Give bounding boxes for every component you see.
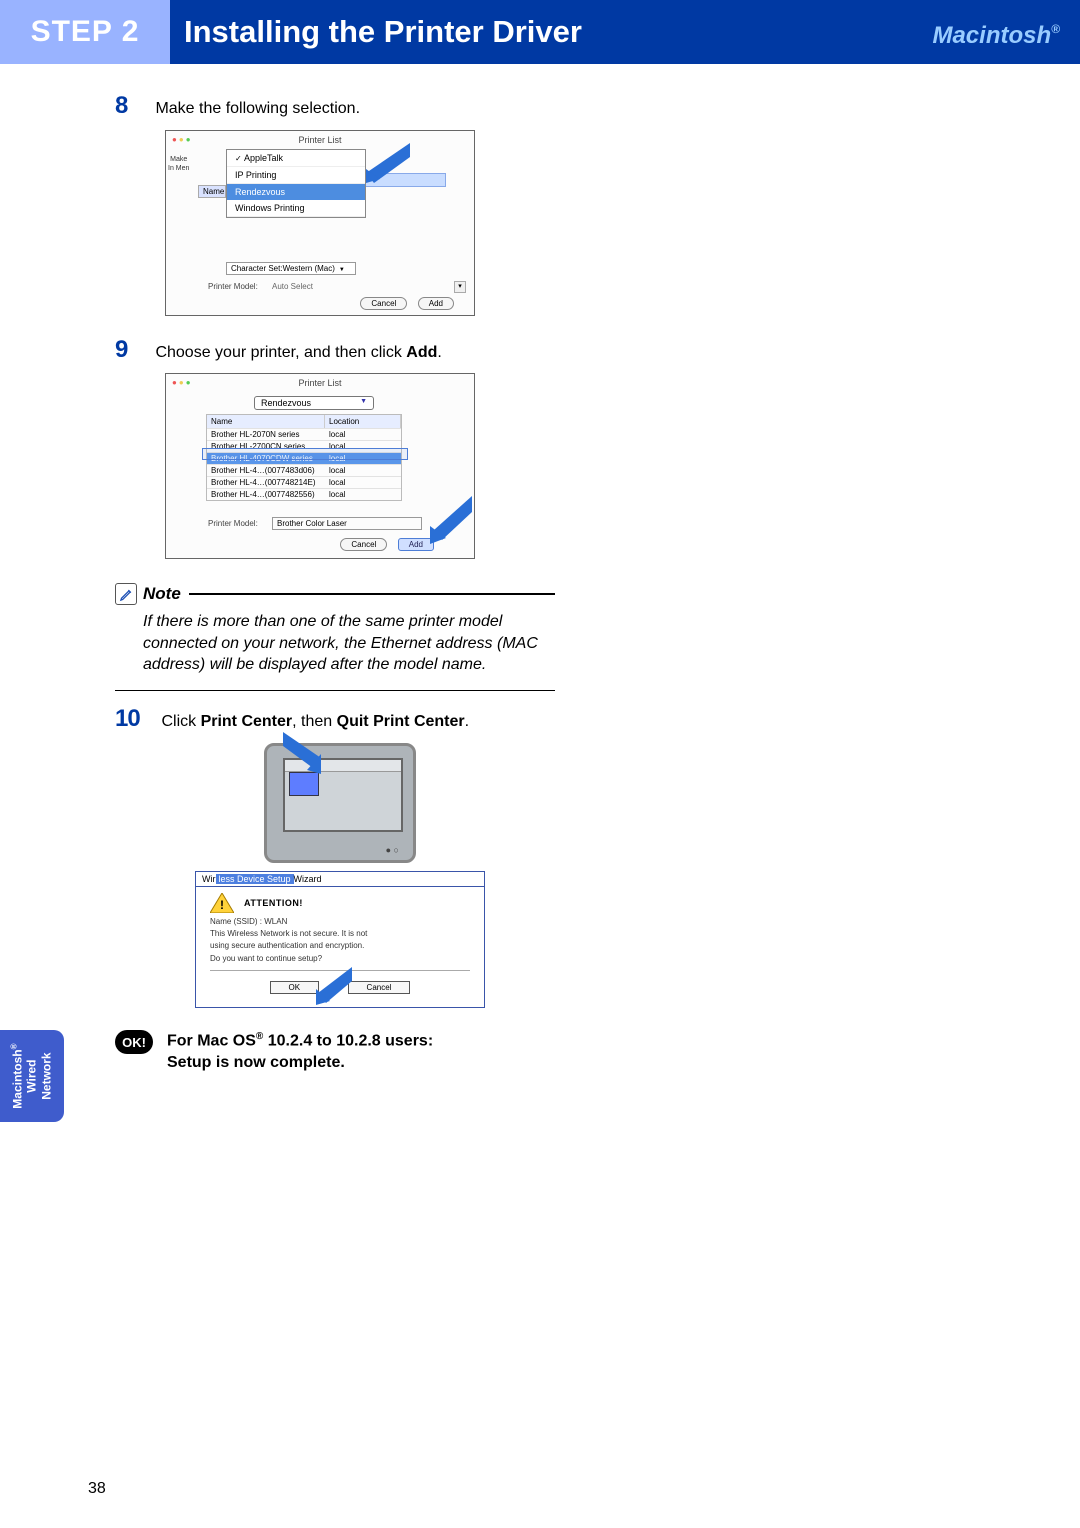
step-number: 10	[115, 707, 157, 731]
dropdown-item-windows: Windows Printing	[227, 200, 365, 217]
stepper-icon: ▾	[454, 281, 466, 293]
monitor-buttons-icon: ● ○	[386, 845, 399, 855]
window-title: Printer List	[166, 135, 474, 145]
step-9: 9 Choose your printer, and then click Ad…	[115, 338, 555, 364]
column-header-name: Name	[198, 185, 226, 198]
connection-dropdown: AppleTalk IP Printing Rendezvous Windows…	[226, 149, 366, 218]
ok-button: OK	[270, 981, 320, 994]
screenshot-printer-list-2: ●●● Printer List Rendezvous Name Locatio…	[165, 373, 475, 559]
ok-badge: OK!	[115, 1030, 153, 1054]
cancel-button: Cancel	[348, 981, 411, 994]
ok-text: For Mac OS® 10.2.4 to 10.2.8 users: Setu…	[167, 1030, 433, 1074]
step-number: 8	[115, 94, 151, 118]
step-text: Choose your printer, and then click Add.	[155, 342, 545, 364]
wizard-title: Wirless Device SetupWizard	[196, 872, 484, 887]
side-tab-macintosh-wired-network: Macintosh® Wired Network	[0, 1030, 64, 1122]
printer-name: Brother HL-4…(0077482556)	[207, 489, 325, 500]
step-8: 8 Make the following selection.	[115, 94, 555, 120]
cancel-button: Cancel	[360, 297, 407, 310]
printer-loc: local	[325, 429, 401, 440]
printer-model-label: Printer Model:	[208, 519, 258, 528]
screenshot-printer-list-1: ●●● Printer List MakeIn Men Name AppleTa…	[165, 130, 475, 316]
callout-arrow-icon	[430, 496, 472, 546]
callout-arrow-icon	[283, 732, 321, 776]
callout-arrow-icon	[316, 967, 352, 1005]
attention-label: ATTENTION!	[244, 898, 303, 908]
printer-model-label: Printer Model:	[208, 282, 258, 291]
add-button: Add	[418, 297, 454, 310]
cancel-button: Cancel	[340, 538, 387, 551]
page-number: 38	[88, 1480, 106, 1498]
dropdown-item-appletalk: AppleTalk	[227, 150, 365, 167]
charset-select: Character Set:Western (Mac)	[226, 262, 356, 275]
wizard-dialog: Wirless Device SetupWizard ! ATTENTION! …	[195, 871, 485, 1009]
ssid-line: Name (SSID) : WLAN	[210, 917, 470, 927]
warning-line: Do you want to continue setup?	[210, 954, 470, 964]
window-title: Printer List	[166, 378, 474, 388]
svg-text:!: !	[220, 898, 224, 912]
step-10: 10 Click Print Center, then Quit Print C…	[115, 707, 555, 733]
warning-triangle-icon: !	[210, 893, 234, 913]
sidebar-labels: MakeIn Men	[168, 155, 189, 175]
step-text: Click Print Center, then Quit Print Cent…	[161, 711, 551, 733]
warning-line: using secure authentication and encrypti…	[210, 941, 470, 951]
divider	[189, 593, 555, 595]
printer-model-value: Auto Select	[272, 282, 313, 291]
note-block: Note If there is more than one of the sa…	[115, 583, 555, 691]
note-label: Note	[143, 584, 181, 604]
step-badge: STEP 2	[0, 0, 170, 64]
add-button: Add	[398, 538, 434, 551]
dropdown-item-ip: IP Printing	[227, 167, 365, 184]
printer-loc: local	[325, 477, 401, 488]
ok-confirmation: OK! For Mac OS® 10.2.4 to 10.2.8 users: …	[115, 1030, 555, 1074]
column-header-location: Location	[325, 415, 401, 428]
callout-arrow-icon	[366, 143, 410, 183]
printer-loc: local	[325, 489, 401, 500]
connection-select: Rendezvous	[254, 396, 374, 410]
step-number: 9	[115, 338, 151, 362]
printer-name: Brother HL-2070N series	[207, 429, 325, 440]
printer-name: Brother HL-4…(007748214E)	[207, 477, 325, 488]
note-body: If there is more than one of the same pr…	[115, 605, 555, 686]
step-text: Make the following selection.	[155, 98, 545, 120]
platform-label: Macintosh®	[932, 22, 1060, 50]
dropdown-item-rendezvous: Rendezvous	[227, 184, 365, 200]
column-header-name: Name	[207, 415, 325, 428]
selection-outline	[202, 448, 408, 460]
printer-model-value: Brother Color Laser	[272, 517, 422, 530]
warning-line: This Wireless Network is not secure. It …	[210, 929, 470, 939]
note-pencil-icon	[115, 583, 137, 605]
printer-name: Brother HL-4…(0077483d06)	[207, 465, 325, 476]
divider	[115, 690, 555, 691]
page-header: STEP 2 Installing the Printer Driver	[0, 0, 1080, 64]
monitor-illustration: ● ○	[264, 743, 416, 863]
printer-loc: local	[325, 465, 401, 476]
